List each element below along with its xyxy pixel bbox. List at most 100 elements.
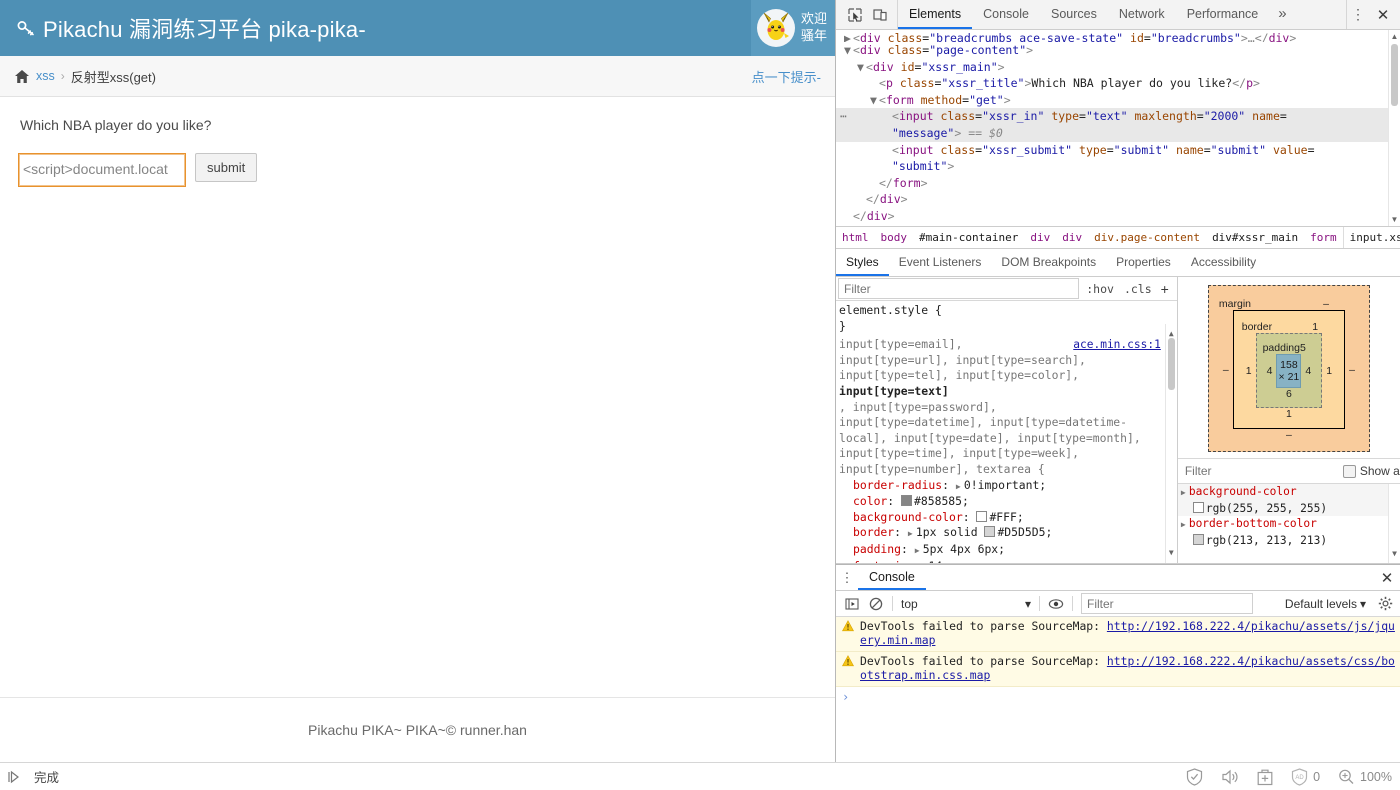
hint-link[interactable]: 点一下提示-: [752, 67, 821, 86]
box-model-padding[interactable]: padding 5 4 158 × 21 4 6: [1255, 333, 1323, 408]
box-model-padding-right[interactable]: 4: [1301, 365, 1315, 377]
drawer-close-icon[interactable]: ✕: [1374, 565, 1400, 590]
sidebar-tab-properties[interactable]: Properties: [1106, 249, 1181, 276]
dom-breadcrumb-item[interactable]: div: [1056, 227, 1088, 248]
expand-triangle-icon[interactable]: ▶: [1181, 485, 1189, 501]
color-swatch[interactable]: [984, 526, 996, 538]
dom-node-line[interactable]: </div>: [836, 208, 1400, 225]
css-property[interactable]: border: [853, 525, 894, 539]
device-toolbar-icon[interactable]: [870, 5, 890, 25]
dom-breadcrumb-item[interactable]: body: [875, 227, 914, 248]
clear-console-icon[interactable]: [864, 593, 888, 615]
box-model-margin-bottom[interactable]: –: [1219, 429, 1359, 441]
show-all-checkbox[interactable]: [1342, 464, 1356, 478]
expand-triangle-icon[interactable]: ▶: [915, 543, 923, 559]
dom-node-line[interactable]: "submit">: [836, 158, 1400, 175]
expand-triangle-icon[interactable]: ▶: [908, 526, 916, 542]
dom-node-line[interactable]: </div>: [836, 191, 1400, 208]
more-tabs-icon[interactable]: »: [1269, 0, 1295, 29]
styles-scroll-down-arrow[interactable]: ▼: [1167, 545, 1176, 561]
box-model-content[interactable]: 158 × 21: [1276, 354, 1302, 388]
inspect-cursor-icon[interactable]: [845, 5, 865, 25]
css-value[interactable]: #FFF;: [989, 510, 1023, 524]
css-property[interactable]: border-radius: [853, 478, 942, 492]
shield-check-icon[interactable]: [1186, 767, 1203, 786]
tab-performance[interactable]: Performance: [1176, 0, 1270, 29]
css-declaration[interactable]: padding: ▶ 5px 4px 6px;: [839, 542, 1177, 559]
dom-breadcrumb-item[interactable]: input.xssr_in: [1342, 227, 1400, 248]
dom-expand-arrow[interactable]: ▼: [870, 92, 879, 109]
breadcrumb-link-xss[interactable]: xss: [36, 69, 55, 83]
computed-property-row[interactable]: ▶ background-color rgb(255, 255, 255): [1177, 484, 1400, 516]
new-style-rule-button[interactable]: +: [1157, 282, 1175, 296]
dom-breadcrumb-item[interactable]: form: [1304, 227, 1343, 248]
sidebar-tab-dom-breakpoints[interactable]: DOM Breakpoints: [991, 249, 1106, 276]
live-expression-icon[interactable]: [1044, 593, 1068, 615]
element-style-open[interactable]: element.style {: [839, 303, 1177, 319]
dom-node-menu-icon[interactable]: ⋯: [840, 108, 848, 125]
color-swatch[interactable]: [976, 510, 988, 522]
dom-breadcrumb-item[interactable]: #main-container: [913, 227, 1024, 248]
console-filter-input[interactable]: [1081, 593, 1253, 614]
add-briefcase-icon[interactable]: [1257, 768, 1273, 786]
computed-property-row[interactable]: ▶ border-bottom-color rgb(213, 213, 213): [1178, 516, 1400, 548]
dom-node-line[interactable]: </form>: [836, 175, 1400, 192]
sound-icon[interactable]: [1221, 768, 1239, 786]
dom-node-line[interactable]: ⋯ <input class="xssr_in" type="text" maxl…: [836, 108, 1400, 125]
drawer-menu-icon[interactable]: ⋮: [836, 565, 858, 590]
dom-node-line[interactable]: ▼ <div class="page-content">: [836, 42, 1400, 59]
execute-context-icon[interactable]: [840, 593, 864, 615]
console-prompt[interactable]: ›: [836, 687, 1400, 707]
css-value[interactable]: 1px solid: [916, 525, 985, 539]
dom-breadcrumb-item[interactable]: div.page-content: [1088, 227, 1206, 248]
dom-scrollbar[interactable]: ▲ ▼: [1388, 30, 1400, 226]
box-model-margin[interactable]: margin – – border 1 1 padding 5 4 158 × …: [1207, 285, 1370, 452]
computed-filter-input[interactable]: [1181, 461, 1343, 481]
caret-play-icon[interactable]: [4, 768, 26, 786]
submit-button[interactable]: submit: [195, 153, 258, 182]
console-message-link[interactable]: http://192.168.222.4/pikachu/assets/css/…: [860, 654, 1395, 682]
css-property[interactable]: padding: [853, 542, 901, 556]
css-value[interactable]: 14px;: [928, 559, 962, 564]
css-selector-list[interactable]: input[type=email], input[type=url], inpu…: [839, 337, 1177, 477]
box-model-border-left[interactable]: 1: [1242, 365, 1256, 377]
box-model-padding-bottom[interactable]: 6: [1263, 388, 1316, 400]
dom-expand-arrow[interactable]: ▼: [844, 42, 853, 59]
computed-scroll-down-arrow[interactable]: ▼: [1390, 546, 1399, 562]
css-declaration[interactable]: border-radius: ▶ 0!important;: [839, 478, 1177, 495]
console-levels-select[interactable]: Default levels ▾: [1277, 597, 1374, 611]
settings-gear-icon[interactable]: [1374, 593, 1396, 615]
tab-elements[interactable]: Elements: [898, 0, 973, 29]
dom-scroll-up-arrow[interactable]: ▲: [1390, 32, 1399, 41]
css-value[interactable]: #858585;: [914, 494, 969, 508]
expand-triangle-icon[interactable]: ▶: [1181, 517, 1189, 533]
styles-scroll-thumb[interactable]: [1167, 338, 1175, 390]
hov-button[interactable]: :hov: [1081, 282, 1119, 296]
color-swatch[interactable]: [1192, 533, 1204, 545]
console-message-link[interactable]: http://192.168.222.4/pikachu/assets/js/j…: [860, 619, 1395, 647]
tab-console[interactable]: Console: [972, 0, 1040, 29]
css-declaration[interactable]: background-color: #FFF;: [839, 510, 1177, 526]
dom-tree[interactable]: ▶ <div class="breadcrumbs ace-save-state"…: [836, 30, 1400, 226]
css-declaration[interactable]: border: ▶ 1px solid #D5D5D5;: [839, 525, 1177, 542]
dom-scroll-thumb[interactable]: [1391, 44, 1398, 106]
dom-breadcrumb-item[interactable]: html: [836, 227, 875, 248]
adblock-indicator[interactable]: AD 0: [1291, 767, 1320, 786]
css-value[interactable]: 5px 4px 6px;: [923, 542, 1005, 556]
css-property[interactable]: font-size: [853, 559, 915, 564]
dom-node-line[interactable]: <p class="xssr_title">Which NBA player d…: [836, 75, 1400, 92]
devtools-close-icon[interactable]: ✕: [1371, 3, 1395, 27]
color-swatch[interactable]: [1192, 501, 1204, 513]
dom-node-line[interactable]: <input class="xssr_submit" type="submit"…: [836, 142, 1400, 159]
box-model-margin-left[interactable]: –: [1219, 364, 1233, 376]
dom-breadcrumb-item[interactable]: div: [1024, 227, 1056, 248]
computed-scrollbar[interactable]: ▼: [1388, 484, 1400, 563]
color-swatch[interactable]: [901, 495, 913, 507]
css-rule-source[interactable]: ace.min.css:1: [1073, 337, 1161, 353]
tab-sources[interactable]: Sources: [1040, 0, 1108, 29]
css-value[interactable]: 0!important;: [964, 478, 1046, 492]
dom-breadcrumb-item[interactable]: div#xssr_main: [1206, 227, 1304, 248]
styles-filter-input[interactable]: [838, 278, 1080, 299]
dom-scroll-down-arrow[interactable]: ▼: [1390, 215, 1399, 224]
box-model-border-top[interactable]: 1: [1312, 321, 1336, 333]
